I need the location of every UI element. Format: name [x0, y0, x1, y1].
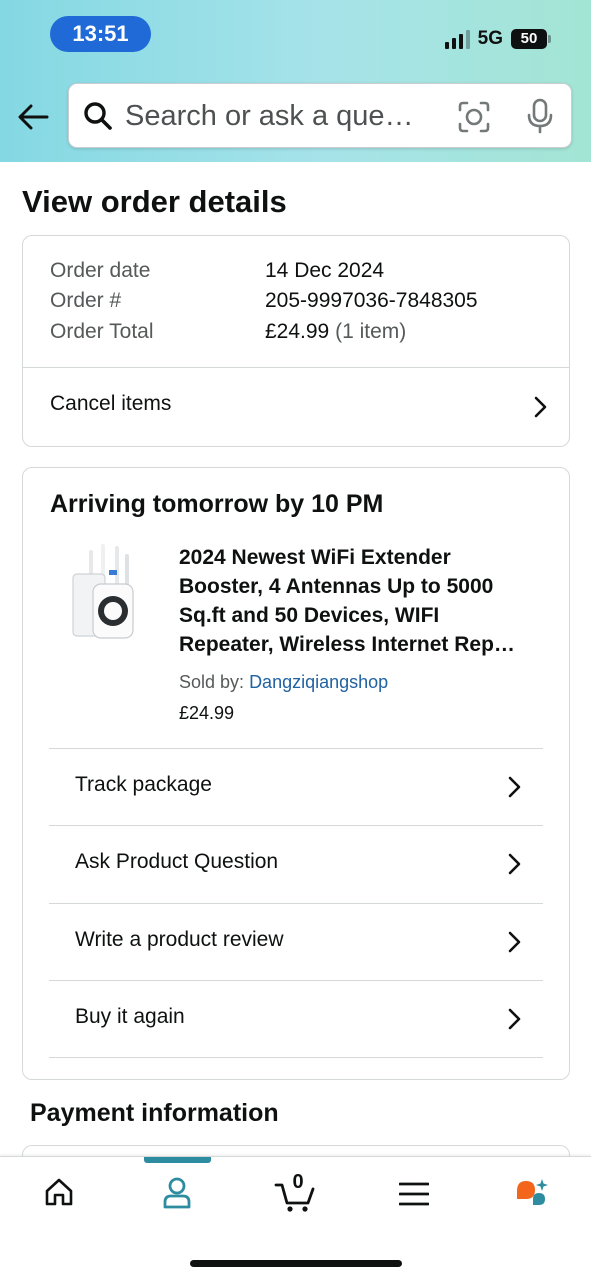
battery-icon: 50: [511, 29, 551, 49]
status-time: 13:51: [50, 16, 151, 52]
order-date-label: Order date: [50, 259, 151, 282]
rufus-icon: [517, 1179, 548, 1205]
app-header: 13:51 5G 50: [0, 0, 591, 162]
search-icon: [84, 102, 112, 130]
cart-icon: [274, 1183, 315, 1212]
microphone-icon[interactable]: [525, 98, 555, 134]
payment-section-title: Payment information: [30, 1099, 279, 1127]
status-indicators: 5G 50: [444, 26, 551, 52]
action-label: Track package: [75, 773, 212, 796]
product-price: £24.99: [179, 703, 235, 723]
shipment-card: Arriving tomorrow by 10 PM 2024 Newest W…: [22, 467, 570, 1080]
nav-cart[interactable]: 0: [237, 1157, 355, 1237]
cancel-items-row[interactable]: Cancel items: [23, 368, 569, 446]
write-review-row[interactable]: Write a product review: [49, 903, 543, 980]
action-label: Write a product review: [75, 928, 284, 951]
order-total-value: £24.99 (1 item): [265, 320, 406, 344]
account-icon: [163, 1177, 191, 1209]
product-title-line: Sq.ft and 50 Devices, WIFI: [179, 604, 440, 627]
nav-home[interactable]: [0, 1157, 118, 1237]
cellular-signal-icon: [444, 29, 470, 49]
product-title-line: 2024 Newest WiFi Extender: [179, 546, 451, 569]
order-total-label: Order Total: [50, 320, 154, 343]
buy-again-row[interactable]: Buy it again: [49, 980, 543, 1057]
home-icon: [45, 1178, 73, 1206]
order-number-value: 205-9997036-7848305: [265, 289, 478, 312]
sold-by: Sold by: Dangziqiangshop: [179, 672, 388, 693]
ask-product-question-row[interactable]: Ask Product Question: [49, 825, 543, 902]
nav-menu[interactable]: [355, 1157, 473, 1237]
nav-account[interactable]: [118, 1157, 236, 1237]
product-title-line: Booster, 4 Antennas Up to 5000: [179, 575, 494, 598]
wifi-extender-product-image[interactable]: [67, 544, 141, 642]
delivery-estimate: Arriving tomorrow by 10 PM: [50, 490, 384, 518]
chevron-right-icon: [508, 776, 521, 798]
network-type: 5G: [477, 28, 503, 49]
menu-icon: [399, 1182, 429, 1206]
battery-level: 50: [520, 30, 538, 47]
divider: [49, 1057, 543, 1058]
search-input[interactable]: [125, 97, 445, 135]
cancel-items-label: Cancel items: [50, 392, 172, 415]
action-label: Ask Product Question: [75, 850, 279, 873]
order-number-label: Order #: [50, 289, 122, 312]
track-package-row[interactable]: Track package: [49, 748, 543, 825]
home-indicator: [190, 1260, 402, 1267]
camera-lens-icon[interactable]: [457, 100, 491, 134]
product-title[interactable]: 2024 Newest WiFi Extender Booster, 4 Ant…: [179, 543, 547, 659]
nav-rufus[interactable]: [473, 1157, 591, 1237]
order-summary-card: Order date 14 Dec 2024 Order # 205-99970…: [22, 235, 570, 447]
product-title-line: Repeater, Wireless Internet Rep…: [179, 633, 515, 656]
sold-by-label: Sold by:: [179, 672, 245, 692]
chevron-right-icon: [534, 396, 547, 418]
chevron-right-icon: [508, 931, 521, 953]
order-total-amount: £24.99: [265, 320, 330, 343]
seller-link[interactable]: Dangziqiangshop: [249, 672, 388, 692]
search-bar[interactable]: [68, 83, 572, 148]
page-title: View order details: [22, 184, 287, 219]
arrow-left-icon[interactable]: [16, 100, 50, 134]
action-label: Buy it again: [75, 1005, 185, 1028]
chevron-right-icon: [508, 853, 521, 875]
chevron-right-icon: [508, 1008, 521, 1030]
order-item-count: (1 item): [335, 320, 407, 343]
order-date-value: 14 Dec 2024: [265, 259, 385, 282]
